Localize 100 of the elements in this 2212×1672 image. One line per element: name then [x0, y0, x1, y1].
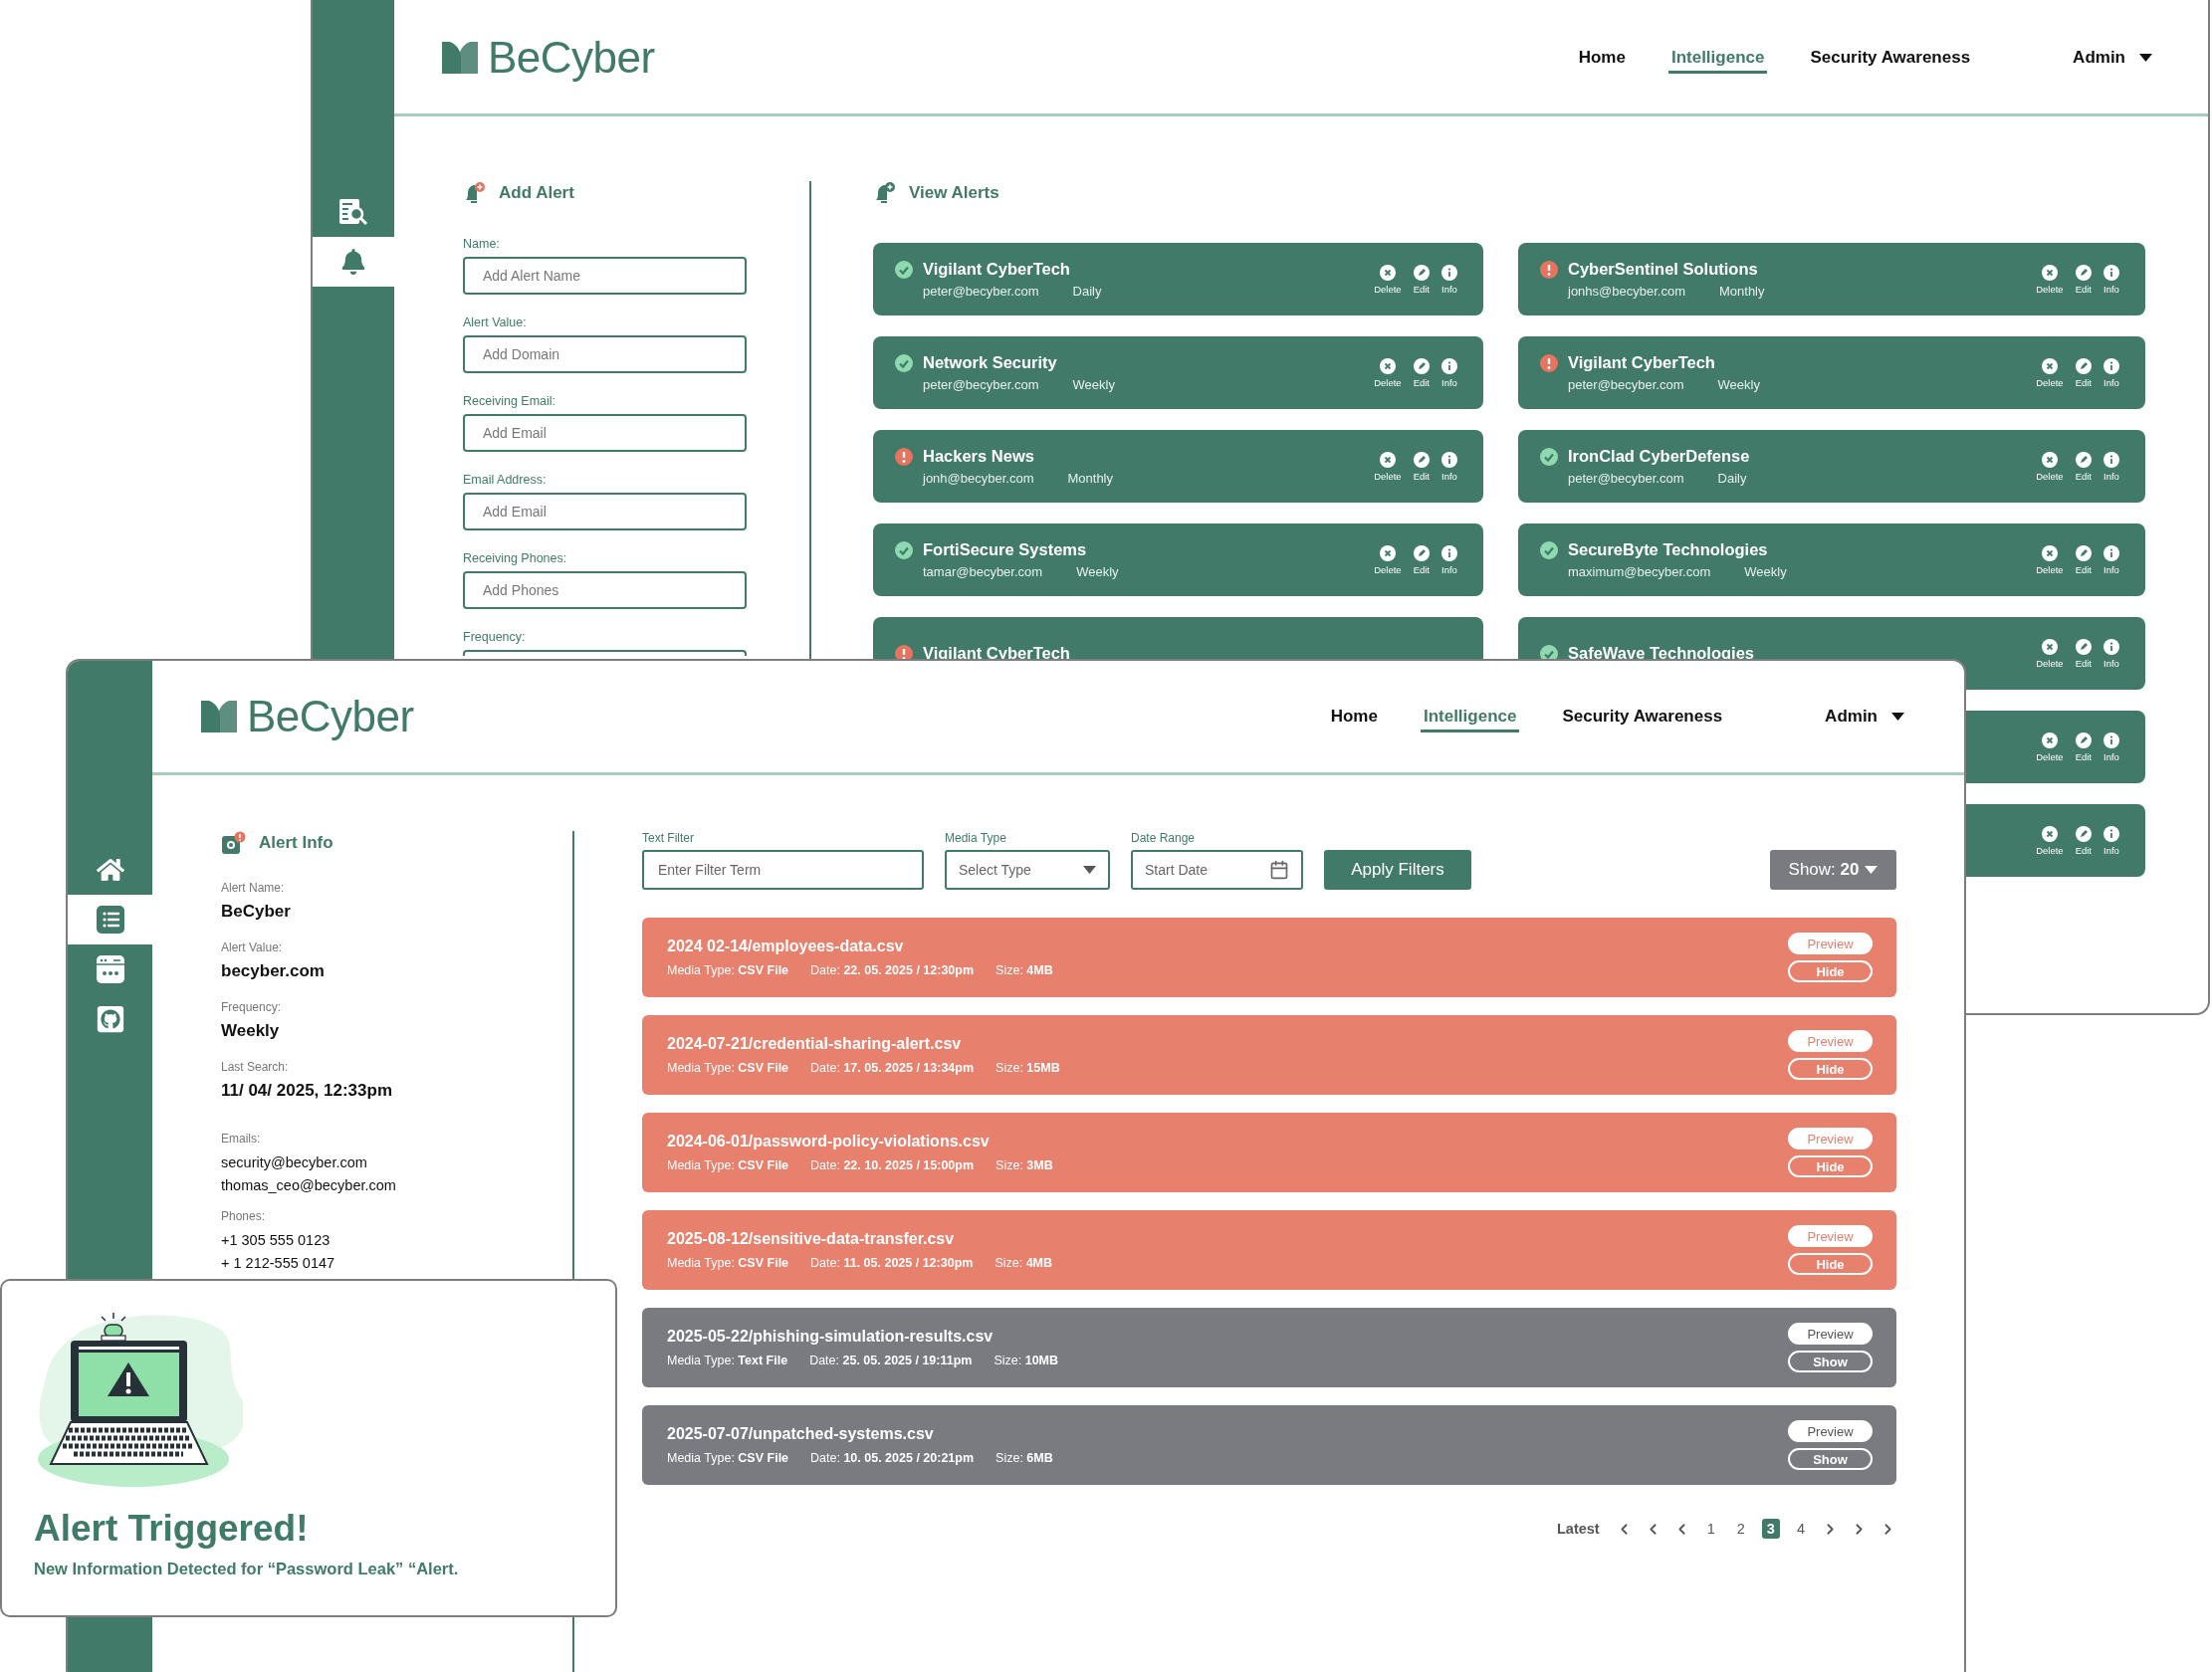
admin-menu[interactable]: Admin [2073, 48, 2152, 68]
info-circle-icon [2103, 264, 2119, 281]
card-action-button[interactable]: Info [1441, 451, 1457, 482]
file-action-button[interactable]: Hide [1788, 1155, 1873, 1177]
sidebar-item[interactable] [68, 895, 152, 944]
card-action-button[interactable]: Delete [2036, 264, 2064, 295]
pencil-circle-icon [2075, 357, 2092, 374]
field-label: Alert Value: [463, 315, 528, 329]
page-button[interactable]: 3 [1761, 1519, 1780, 1539]
card-action-button[interactable]: Delete [1374, 264, 1402, 295]
file-meta: Date: 22. 05. 2025 / 12:30pm [810, 963, 975, 977]
nav-link[interactable]: Security Awareness [1807, 42, 1974, 74]
card-action-button[interactable]: Info [2103, 825, 2119, 856]
card-action-button[interactable]: Delete [2036, 732, 2064, 762]
file-action-button[interactable]: Preview [1788, 1420, 1873, 1442]
input-field[interactable] [463, 650, 747, 656]
file-action-button[interactable]: Show [1788, 1448, 1873, 1470]
card-action-button[interactable]: Edit [2075, 638, 2092, 669]
file-action-button[interactable]: Preview [1788, 1128, 1873, 1150]
file-action-button[interactable]: Preview [1788, 1323, 1873, 1345]
card-action-button[interactable]: Delete [1374, 544, 1402, 575]
apply-filters-button[interactable]: Apply Filters [1324, 850, 1471, 890]
card-action-button[interactable]: Edit [2075, 264, 2092, 295]
file-action-button[interactable]: Preview [1788, 1030, 1873, 1052]
card-action-button[interactable]: Edit [1413, 357, 1430, 388]
file-name: 2024-06-01/password-policy-violations.csv [667, 1133, 991, 1150]
card-action-button[interactable]: Edit [2075, 732, 2092, 762]
info-circle-icon [1441, 264, 1457, 281]
card-action-button[interactable]: Info [1441, 264, 1457, 295]
card-action-button[interactable]: Info [2103, 732, 2119, 762]
nav-link[interactable]: Home [1327, 701, 1381, 732]
card-action-button[interactable]: Edit [2075, 451, 2092, 482]
alert-name: Vigilant CyberTech [923, 260, 1070, 279]
card-action-button[interactable]: Delete [1374, 451, 1402, 482]
page-button[interactable]: 2 [1731, 1519, 1750, 1539]
file-action-button[interactable]: Hide [1788, 1253, 1873, 1275]
card-action-button[interactable]: Info [1441, 544, 1457, 575]
select-field[interactable]: Select Type [945, 850, 1110, 890]
alert-name: IronClad CyberDefense [1568, 447, 1750, 466]
card-action-button[interactable]: Delete [2036, 825, 2064, 856]
close-circle-icon [2041, 544, 2058, 561]
page-button[interactable]: 1 [1701, 1519, 1720, 1539]
pencil-circle-icon [1413, 451, 1430, 468]
file-action-button[interactable]: Preview [1788, 933, 1873, 954]
file-action-button[interactable]: Show [1788, 1351, 1873, 1372]
card-action-button[interactable]: Info [2103, 357, 2119, 388]
input-field[interactable]: Add Email [463, 493, 747, 530]
admin-menu[interactable]: Admin [1825, 707, 1904, 727]
card-action-button[interactable]: Delete [2036, 357, 2064, 388]
info-label: Alert Value: [221, 940, 284, 954]
card-action-button[interactable]: Delete [2036, 638, 2064, 669]
show-count-dropdown[interactable]: Show: 20 [1770, 850, 1896, 890]
alert-name: SafeWave Technologies [1568, 644, 1755, 663]
sidebar-item[interactable] [313, 237, 394, 287]
file-action-button[interactable]: Hide [1788, 1058, 1873, 1080]
bell-badge-icon [463, 181, 487, 205]
file-action-button[interactable]: Hide [1788, 960, 1873, 982]
input-field[interactable]: Add Alert Name [463, 257, 747, 295]
info-circle-icon [1441, 451, 1457, 468]
input-field[interactable]: Add Domain [463, 335, 747, 373]
input-field[interactable]: Enter Filter Term [642, 850, 924, 890]
page-button[interactable]: 4 [1791, 1519, 1810, 1539]
alert-name: Vigilant CyberTech [1568, 353, 1715, 372]
nav-link[interactable]: Security Awareness [1559, 701, 1726, 732]
alert-frequency: Daily [1072, 284, 1102, 299]
nav-link[interactable]: Intelligence [1667, 42, 1768, 74]
nav-link[interactable]: Intelligence [1420, 701, 1520, 732]
card-action-button[interactable]: Info [2103, 451, 2119, 482]
card-action-button[interactable]: Info [2103, 638, 2119, 669]
card-action-button[interactable]: Edit [1413, 544, 1430, 575]
card-action-button[interactable]: Edit [2075, 544, 2092, 575]
input-field[interactable]: Add Phones [463, 571, 747, 609]
card-action-button[interactable]: Edit [1413, 451, 1430, 482]
card-action-button[interactable]: Info [2103, 544, 2119, 575]
card-action-button[interactable]: Edit [2075, 357, 2092, 388]
nav-link[interactable]: Home [1575, 42, 1629, 74]
info-label: Last Search: [221, 1060, 290, 1074]
popup-title: Alert Triggered! [34, 1508, 310, 1550]
card-action-button[interactable]: Edit [2075, 825, 2092, 856]
file-action-button[interactable]: Preview [1788, 1225, 1873, 1247]
card-action-button[interactable]: Delete [2036, 451, 2064, 482]
pencil-circle-icon [2075, 732, 2092, 748]
card-action-button[interactable]: Info [1441, 357, 1457, 388]
card-action-button[interactable]: Delete [2036, 544, 2064, 575]
card-action-button[interactable]: Edit [1413, 264, 1430, 295]
pencil-circle-icon [2075, 451, 2092, 468]
caret-icon [2139, 54, 2152, 62]
info-value: 11/ 04/ 2025, 12:33pm [221, 1080, 394, 1102]
card-action-button[interactable]: Info [2103, 264, 2119, 295]
date-field[interactable]: Start Date [1131, 850, 1303, 890]
section-title: View Alerts [909, 183, 999, 203]
card-action-button[interactable]: Delete [1374, 357, 1402, 388]
file-meta: Media Type: CSV File [667, 1158, 789, 1172]
alert-email: peter@becyber.com [923, 377, 1039, 392]
filter-label: Media Type [945, 831, 1007, 845]
info-value: becyber.com [221, 960, 326, 982]
alert-name: Hackers News [923, 447, 1034, 466]
file-meta: Date: 25. 05. 2025 / 19:11pm [809, 1354, 973, 1367]
list-icon [96, 906, 124, 934]
input-field[interactable]: Add Email [463, 414, 747, 452]
